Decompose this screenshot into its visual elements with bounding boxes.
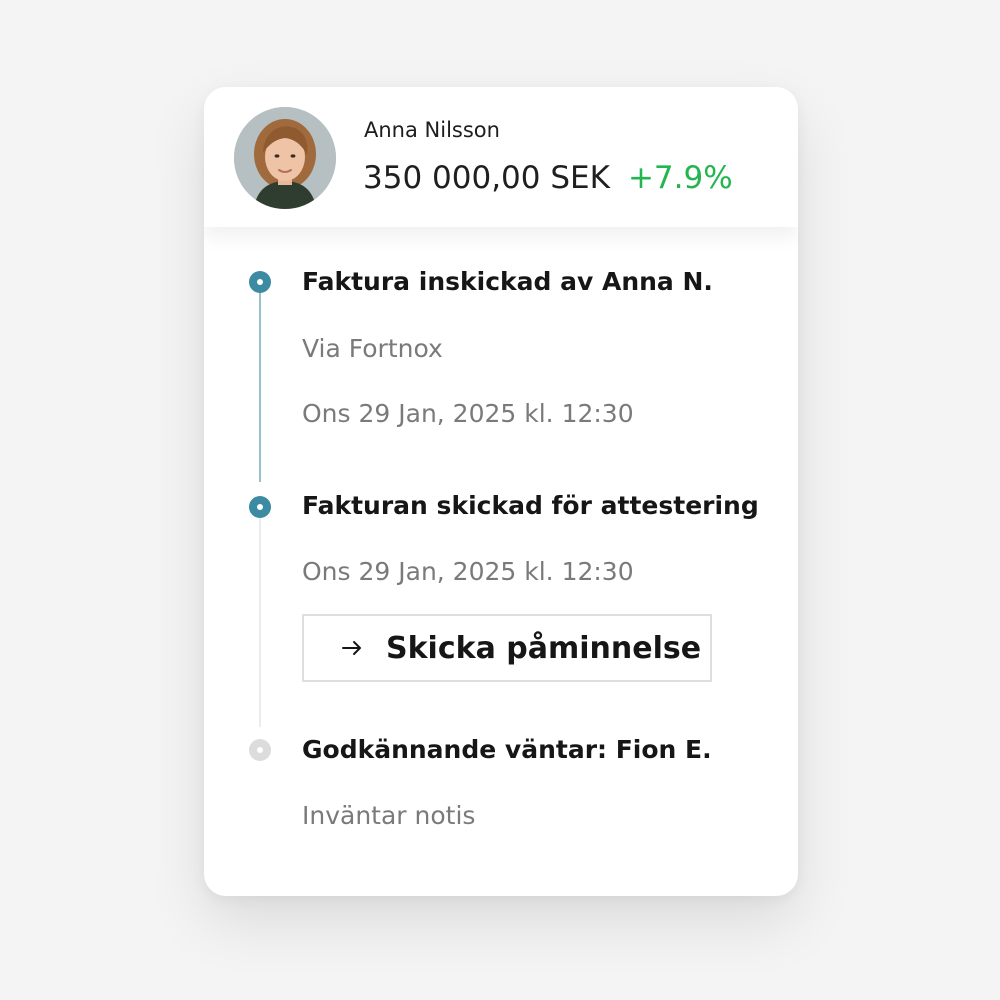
step-3-title: Godkännande väntar: Fion E. <box>302 735 712 764</box>
step-pending-dot-icon <box>249 739 271 761</box>
send-reminder-label: Skicka påminnelse <box>386 630 702 666</box>
step-2-timestamp: Ons 29 Jan, 2025 kl. 12:30 <box>302 557 634 586</box>
step-1-timestamp: Ons 29 Jan, 2025 kl. 12:30 <box>302 399 634 428</box>
timeline-connector <box>259 292 261 482</box>
step-3-status: Inväntar notis <box>302 801 476 830</box>
profile-header: Anna Nilsson 350 000,00 SEK +7.9% <box>204 87 798 227</box>
step-1-source: Via Fortnox <box>302 334 443 363</box>
account-name: Anna Nilsson <box>364 118 500 142</box>
arrow-right-icon <box>342 641 361 655</box>
timeline-connector <box>259 517 261 727</box>
step-2-title: Fakturan skickad för attestering <box>302 491 759 520</box>
balance-amount: 350 000,00 SEK <box>363 160 610 196</box>
balance-change: +7.9% <box>627 160 733 196</box>
avatar-portrait-icon <box>234 107 336 209</box>
balance-row: 350 000,00 SEK +7.9% <box>363 158 733 198</box>
invoice-status-card: Anna Nilsson 350 000,00 SEK +7.9% Faktura… <box>204 87 798 896</box>
step-complete-dot-icon <box>249 271 271 293</box>
avatar <box>234 107 336 209</box>
step-1-title: Faktura inskickad av Anna N. <box>302 267 713 296</box>
send-reminder-button[interactable]: Skicka påminnelse <box>302 614 712 682</box>
step-complete-dot-icon <box>249 496 271 518</box>
